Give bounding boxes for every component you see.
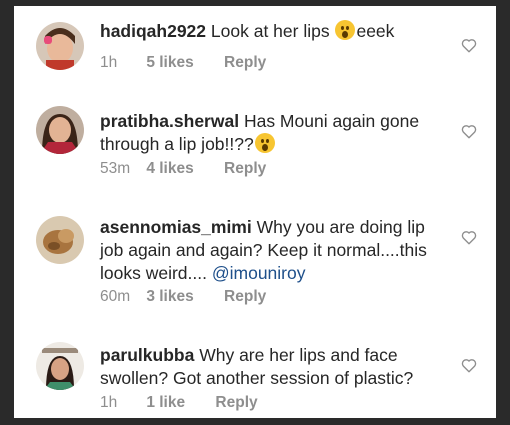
comment-likes[interactable]: 3 likes bbox=[146, 288, 193, 306]
comment-text: hadiqah2922 Look at her lips eeek bbox=[100, 20, 440, 43]
comment-meta: 53m 4 likes Reply bbox=[100, 160, 266, 178]
avatar[interactable] bbox=[36, 216, 84, 264]
comment-text: pratibha.sherwal Has Mouni again gone th… bbox=[100, 110, 440, 156]
comments-panel: hadiqah2922 Look at her lips eeek 1h 5 l… bbox=[14, 6, 496, 418]
heart-outline-icon[interactable] bbox=[460, 356, 478, 374]
mention-link[interactable]: @imouniroy bbox=[212, 263, 306, 283]
reply-button[interactable]: Reply bbox=[215, 394, 257, 412]
comment-username[interactable]: pratibha.sherwal bbox=[100, 111, 239, 131]
reply-button[interactable]: Reply bbox=[224, 288, 266, 306]
comment-meta: 60m 3 likes Reply bbox=[100, 288, 266, 306]
heart-outline-icon[interactable] bbox=[460, 36, 478, 54]
reply-button[interactable]: Reply bbox=[224, 160, 266, 178]
comment-time[interactable]: 60m bbox=[100, 288, 142, 306]
comment-time[interactable]: 53m bbox=[100, 160, 142, 178]
reply-button[interactable]: Reply bbox=[224, 54, 266, 72]
comment-meta: 1h 1 like Reply bbox=[100, 394, 258, 412]
comment-time[interactable]: 1h bbox=[100, 394, 142, 412]
comment-message: Look at her lips bbox=[210, 21, 330, 41]
comment-username[interactable]: asennomias_mimi bbox=[100, 217, 252, 237]
astonished-face-emoji-icon bbox=[335, 20, 356, 40]
comment-username[interactable]: hadiqah2922 bbox=[100, 21, 206, 41]
heart-outline-icon[interactable] bbox=[460, 228, 478, 246]
avatar[interactable] bbox=[36, 342, 84, 390]
avatar[interactable] bbox=[36, 22, 84, 70]
astonished-face-emoji-icon bbox=[254, 133, 275, 153]
comment-meta: 1h 5 likes Reply bbox=[100, 54, 266, 72]
comment-text: parulkubba Why are her lips and face swo… bbox=[100, 344, 440, 390]
comment-time[interactable]: 1h bbox=[100, 54, 142, 72]
heart-outline-icon[interactable] bbox=[460, 122, 478, 140]
avatar[interactable] bbox=[36, 106, 84, 154]
comment-likes[interactable]: 1 like bbox=[146, 394, 185, 412]
comment-username[interactable]: parulkubba bbox=[100, 345, 194, 365]
comment-text: asennomias_mimi Why you are doing lip jo… bbox=[100, 216, 440, 285]
comment-likes[interactable]: 5 likes bbox=[146, 54, 193, 72]
comment-likes[interactable]: 4 likes bbox=[146, 160, 193, 178]
comment-message-tail: eeek bbox=[356, 21, 395, 41]
